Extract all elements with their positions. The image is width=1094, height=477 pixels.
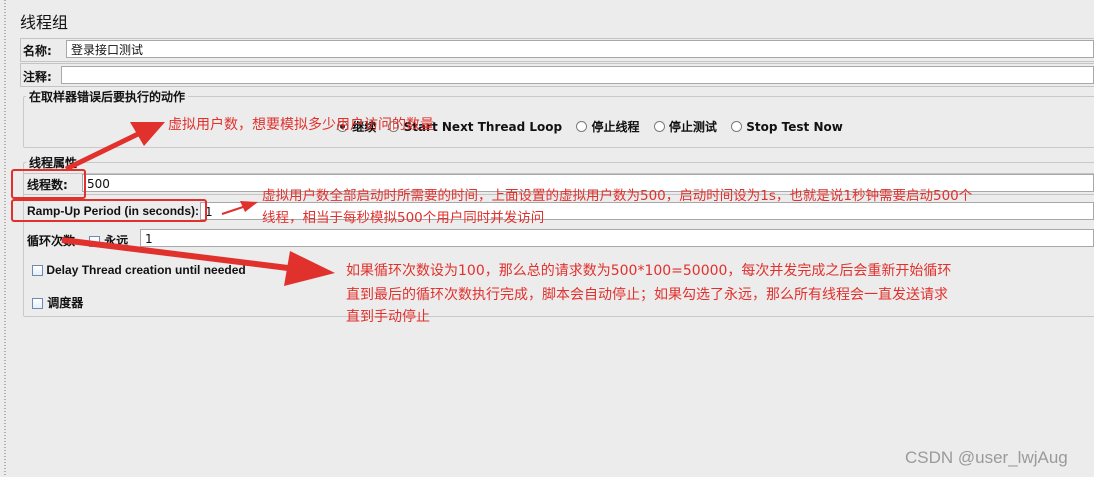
loop-annotation-line3: 直到手动停止 bbox=[346, 309, 430, 325]
annotation-arrows bbox=[61, 122, 335, 286]
csdn-watermark: CSDN @user_lwjAug bbox=[905, 448, 1068, 467]
arrow-loop-head bbox=[284, 251, 335, 286]
arrow-loop-shaft bbox=[61, 237, 289, 271]
loop-annotation-line2: 直到最后的循环次数执行完成，脚本会自动停止；如果勾选了永远，那么所有线程会一直发… bbox=[346, 287, 948, 303]
rampup-annotation-line1: 虚拟用户数全部启动时所需要的时间，上面设置的虚拟用户数为500，启动时间设为1s… bbox=[262, 188, 973, 204]
arrow-rampup-head bbox=[240, 201, 258, 212]
arrow-users-shaft bbox=[64, 131, 140, 172]
users-annotation: 虚拟用户数，想要模拟多少用户访问的数量 bbox=[168, 117, 434, 133]
rampup-annotation-line2: 线程，相当于每秒模拟500个用户同时并发访问 bbox=[262, 210, 545, 226]
loop-annotation-line1: 如果循环次数设为100，那么总的请求数为500*100=50000，每次并发完成… bbox=[346, 263, 952, 279]
arrow-rampup-shaft bbox=[221, 205, 247, 215]
